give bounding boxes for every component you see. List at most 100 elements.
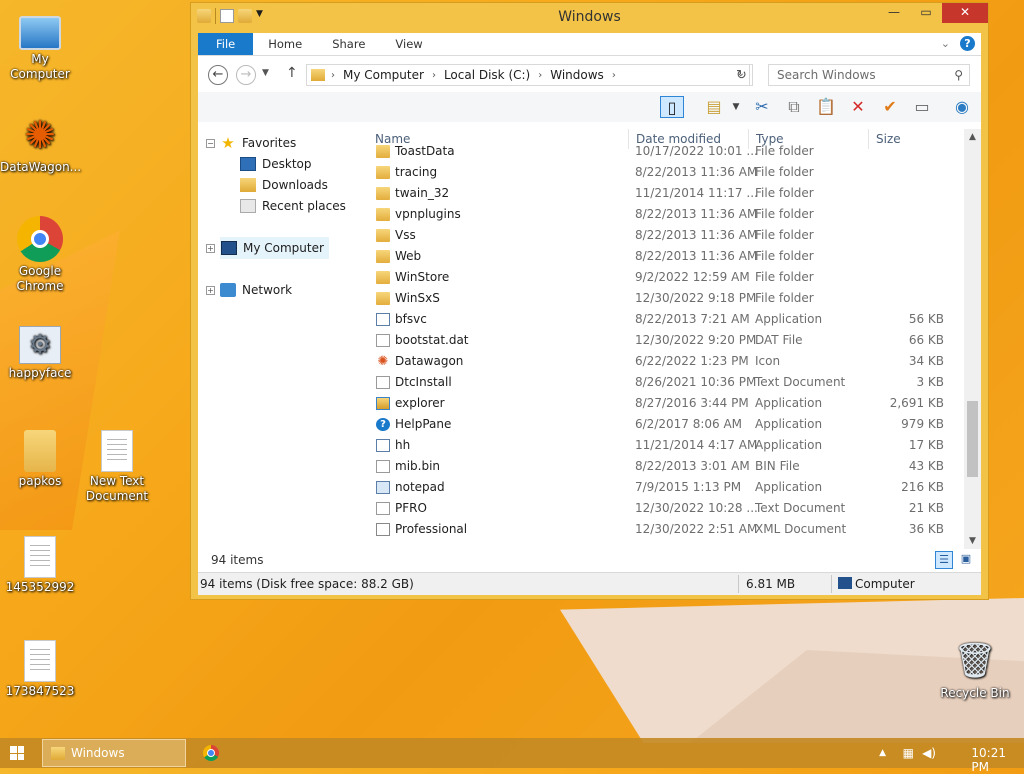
tab-share[interactable]: Share [317, 33, 380, 55]
scroll-down-button[interactable]: ▼ [964, 533, 981, 549]
file-row[interactable]: twain_32 11/21/2014 11:17 ... File folder [368, 183, 974, 204]
desktop-icon-new-text-document[interactable]: New Text Document [77, 430, 157, 504]
nav-item-favorites[interactable]: − ★ Favorites [206, 133, 296, 153]
up-arrow-icon[interactable]: ↑ [286, 65, 298, 81]
nav-item-my-computer[interactable]: + My Computer [206, 237, 329, 259]
desktop-icon-145352992[interactable]: 145352992 [0, 536, 80, 595]
globe-icon[interactable]: ◉ [950, 96, 974, 118]
file-row[interactable]: DtcInstall 8/26/2021 10:36 PM Text Documen… [368, 372, 974, 393]
collapse-icon[interactable]: − [206, 138, 215, 148]
vertical-scrollbar[interactable]: ▲ ▼ [964, 129, 981, 549]
cut-icon[interactable]: ✂ [750, 96, 774, 118]
navigation-pane-icon[interactable]: ▯ [660, 96, 684, 118]
check-icon[interactable]: ✔ [878, 96, 902, 118]
network-icon[interactable]: ▦ [903, 746, 914, 760]
file-row[interactable]: notepad 7/9/2015 1:13 PM Application 216 KB [368, 477, 974, 498]
expand-ribbon-icon[interactable]: ⌄ [941, 37, 950, 50]
paste-icon[interactable]: 📋 [814, 96, 838, 118]
search-input[interactable]: Search Windows ⚲ [768, 64, 970, 86]
file-row[interactable]: vpnplugins 8/22/2013 11:36 AM File folder [368, 204, 974, 225]
recent-places-icon [240, 199, 256, 213]
desktop-icon-label: DataWagon... [0, 160, 82, 174]
nav-item-desktop[interactable]: Desktop [240, 154, 312, 174]
scroll-thumb[interactable] [967, 401, 978, 477]
breadcrumb-separator[interactable]: › [331, 70, 335, 81]
file-row[interactable]: tracing 8/22/2013 11:36 AM File folder [368, 162, 974, 183]
file-date-modified: 8/26/2021 10:36 PM [635, 375, 757, 389]
breadcrumb-separator[interactable]: › [432, 70, 436, 81]
details-view-button[interactable]: ☰ [935, 551, 953, 569]
file-row[interactable]: Professional 12/30/2022 2:51 AM XML Docume… [368, 519, 974, 540]
refresh-button[interactable]: ↻ [731, 64, 753, 86]
explorer-icon [376, 397, 390, 410]
start-button[interactable] [10, 746, 24, 760]
copy-icon[interactable]: ⧉ [782, 96, 806, 118]
file-size: 2,691 KB [889, 396, 944, 410]
nav-item-network[interactable]: + Network [206, 280, 292, 300]
application-icon [376, 439, 390, 452]
back-button[interactable]: ← [208, 65, 228, 85]
file-row[interactable]: PFRO 12/30/2022 10:28 ... Text Document 21 … [368, 498, 974, 519]
desktop-icon-papkos[interactable]: papkos [0, 430, 80, 489]
minimize-button[interactable]: — [878, 3, 910, 23]
explorer-window[interactable]: ▼ Windows — ▭ ✕ File Home Share View ⌄ ?… [190, 2, 989, 600]
rename-icon[interactable]: ▭ [910, 96, 934, 118]
file-row[interactable]: hh 11/21/2014 4:17 AM Application 17 KB [368, 435, 974, 456]
nav-item-downloads[interactable]: Downloads [240, 175, 328, 195]
file-row[interactable]: ✺ Datawagon 6/22/2022 1:23 PM Icon 34 KB [368, 351, 974, 372]
breadcrumb-windows[interactable]: Windows [550, 68, 604, 82]
desktop-icon-happyface[interactable]: ⚙ happyface [0, 326, 80, 381]
properties-icon[interactable]: ▤ [702, 96, 726, 118]
help-icon[interactable]: ? [960, 36, 975, 51]
breadcrumb-separator[interactable]: › [612, 70, 616, 81]
large-icons-view-button[interactable]: ▣ [957, 551, 975, 569]
tab-view[interactable]: View [380, 33, 437, 55]
notepad-icon [376, 481, 390, 494]
file-row[interactable]: Web 8/22/2013 11:36 AM File folder [368, 246, 974, 267]
file-name: Vss [395, 228, 416, 242]
file-row[interactable]: explorer 8/27/2016 3:44 PM Application 2,69… [368, 393, 974, 414]
expand-icon[interactable]: + [206, 243, 215, 253]
nav-item-recent-places[interactable]: Recent places [240, 196, 346, 216]
forward-button[interactable]: → [236, 65, 256, 85]
file-type: Application [755, 312, 823, 326]
file-date-modified: 8/27/2016 3:44 PM [635, 396, 749, 410]
file-date-modified: 7/9/2015 1:13 PM [635, 480, 742, 494]
file-row[interactable]: mib.bin 8/22/2013 3:01 AM BIN File 43 KB [368, 456, 974, 477]
taskbar-explorer-window[interactable]: Windows [42, 739, 186, 767]
recent-locations-icon[interactable]: ▼ [262, 68, 269, 78]
file-row[interactable]: WinSxS 12/30/2022 9:18 PM File folder [368, 288, 974, 309]
show-hidden-icons-icon[interactable]: ▲ [879, 748, 886, 758]
address-bar[interactable]: › My Computer › Local Disk (C:) › Window… [306, 64, 750, 86]
scroll-up-button[interactable]: ▲ [964, 129, 981, 145]
desktop-icon-recycle-bin[interactable]: 🗑 Recycle Bin [935, 638, 1015, 701]
clock[interactable]: 10:21 PM [971, 746, 1006, 774]
file-row[interactable]: ? HelpPane 6/2/2017 8:06 AM Application 979 … [368, 414, 974, 435]
file-row[interactable]: Vss 8/22/2013 11:36 AM File folder [368, 225, 974, 246]
file-row[interactable]: bootstat.dat 12/30/2022 9:20 PM DAT File 66… [368, 330, 974, 351]
delete-icon[interactable]: ✕ [846, 96, 870, 118]
address-bar-row: ← → ▼ ↑ › My Computer › Local Disk (C:) … [198, 56, 981, 92]
maximize-button[interactable]: ▭ [910, 3, 942, 23]
folder-icon [376, 229, 390, 242]
file-name: tracing [395, 165, 438, 179]
expand-icon[interactable]: + [206, 285, 215, 295]
desktop-icon-my-computer[interactable]: My Computer [0, 8, 80, 82]
file-row[interactable]: WinStore 9/2/2022 12:59 AM File folder [368, 267, 974, 288]
title-bar[interactable]: ▼ Windows — ▭ ✕ [191, 3, 988, 31]
tab-home[interactable]: Home [253, 33, 317, 55]
taskbar-chrome-icon[interactable] [203, 745, 219, 761]
desktop-icon-chrome[interactable]: Google Chrome [0, 216, 80, 294]
close-button[interactable]: ✕ [942, 3, 988, 23]
breadcrumb-separator[interactable]: › [538, 70, 542, 81]
breadcrumb-local-disk[interactable]: Local Disk (C:) [444, 68, 530, 82]
tab-file[interactable]: File [198, 33, 254, 55]
volume-icon[interactable]: ◀) [922, 746, 936, 760]
desktop-icon-173847523[interactable]: 173847523 [0, 640, 80, 699]
desktop-icon-datawagon[interactable]: ✺ DataWagon... [0, 112, 82, 175]
file-row[interactable]: ToastData 10/17/2022 10:01 ... File folder [368, 141, 974, 162]
taskbar-task-label: Windows [71, 746, 125, 760]
breadcrumb-my-computer[interactable]: My Computer [343, 68, 424, 82]
file-row[interactable]: bfsvc 8/22/2013 7:21 AM Application 56 KB [368, 309, 974, 330]
chevron-down-icon[interactable]: ▼ [724, 96, 748, 118]
